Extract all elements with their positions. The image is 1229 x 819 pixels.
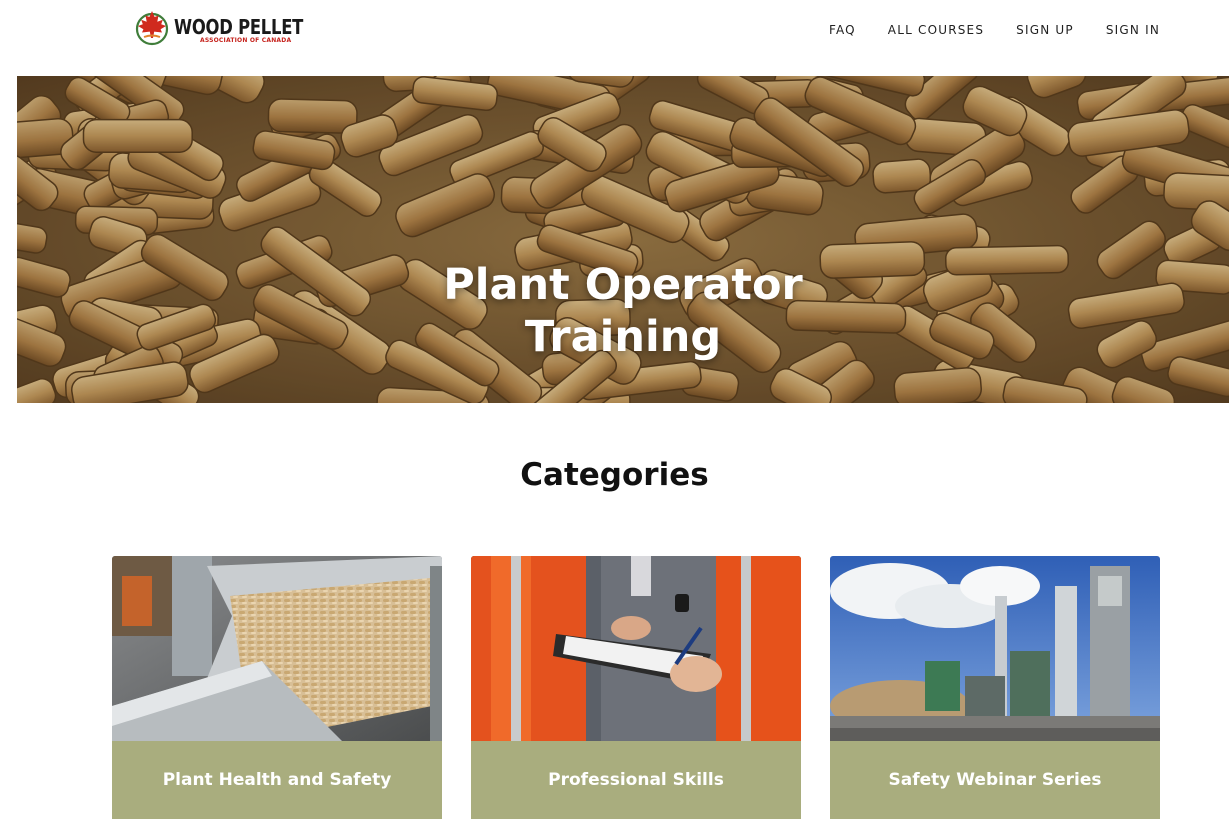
- categories-heading: Categories: [520, 457, 709, 493]
- maple-leaf-icon: [135, 11, 169, 46]
- hero-title: Plant Operator Training: [17, 259, 1229, 363]
- hero-title-line-2: Training: [524, 312, 722, 362]
- category-label: Safety Webinar Series: [888, 770, 1102, 790]
- hero-banner: Plant Operator Training: [17, 76, 1229, 403]
- category-label: Professional Skills: [548, 770, 724, 790]
- workers-with-clipboard-image: [471, 556, 801, 741]
- card-label-band: Professional Skills: [471, 741, 801, 819]
- nav-faq[interactable]: FAQ: [829, 22, 856, 38]
- main-nav: FAQ ALL COURSES SIGN UP SIGN IN: [829, 22, 1160, 38]
- category-card-safety-webinar-series[interactable]: Safety Webinar Series: [830, 556, 1160, 819]
- category-label: Plant Health and Safety: [162, 770, 392, 790]
- category-card-plant-health-and-safety[interactable]: Plant Health and Safety: [112, 556, 442, 819]
- card-label-band: Plant Health and Safety: [112, 741, 442, 819]
- site-header: WOOD PELLET ASSOCIATION OF CANADA FAQ AL…: [0, 0, 1229, 76]
- site-logo[interactable]: WOOD PELLET ASSOCIATION OF CANADA: [132, 7, 331, 47]
- nav-sign-up[interactable]: SIGN UP: [1016, 22, 1074, 38]
- hero-title-line-1: Plant Operator: [443, 260, 803, 310]
- category-card-professional-skills[interactable]: Professional Skills: [471, 556, 801, 819]
- nav-sign-in[interactable]: SIGN IN: [1106, 22, 1160, 38]
- pellet-conveyor-image: [112, 556, 442, 741]
- pellet-plant-exterior-image: [830, 556, 1160, 741]
- nav-all-courses[interactable]: ALL COURSES: [888, 22, 984, 38]
- logo-title: WOOD PELLET: [174, 14, 304, 39]
- card-label-band: Safety Webinar Series: [830, 741, 1160, 819]
